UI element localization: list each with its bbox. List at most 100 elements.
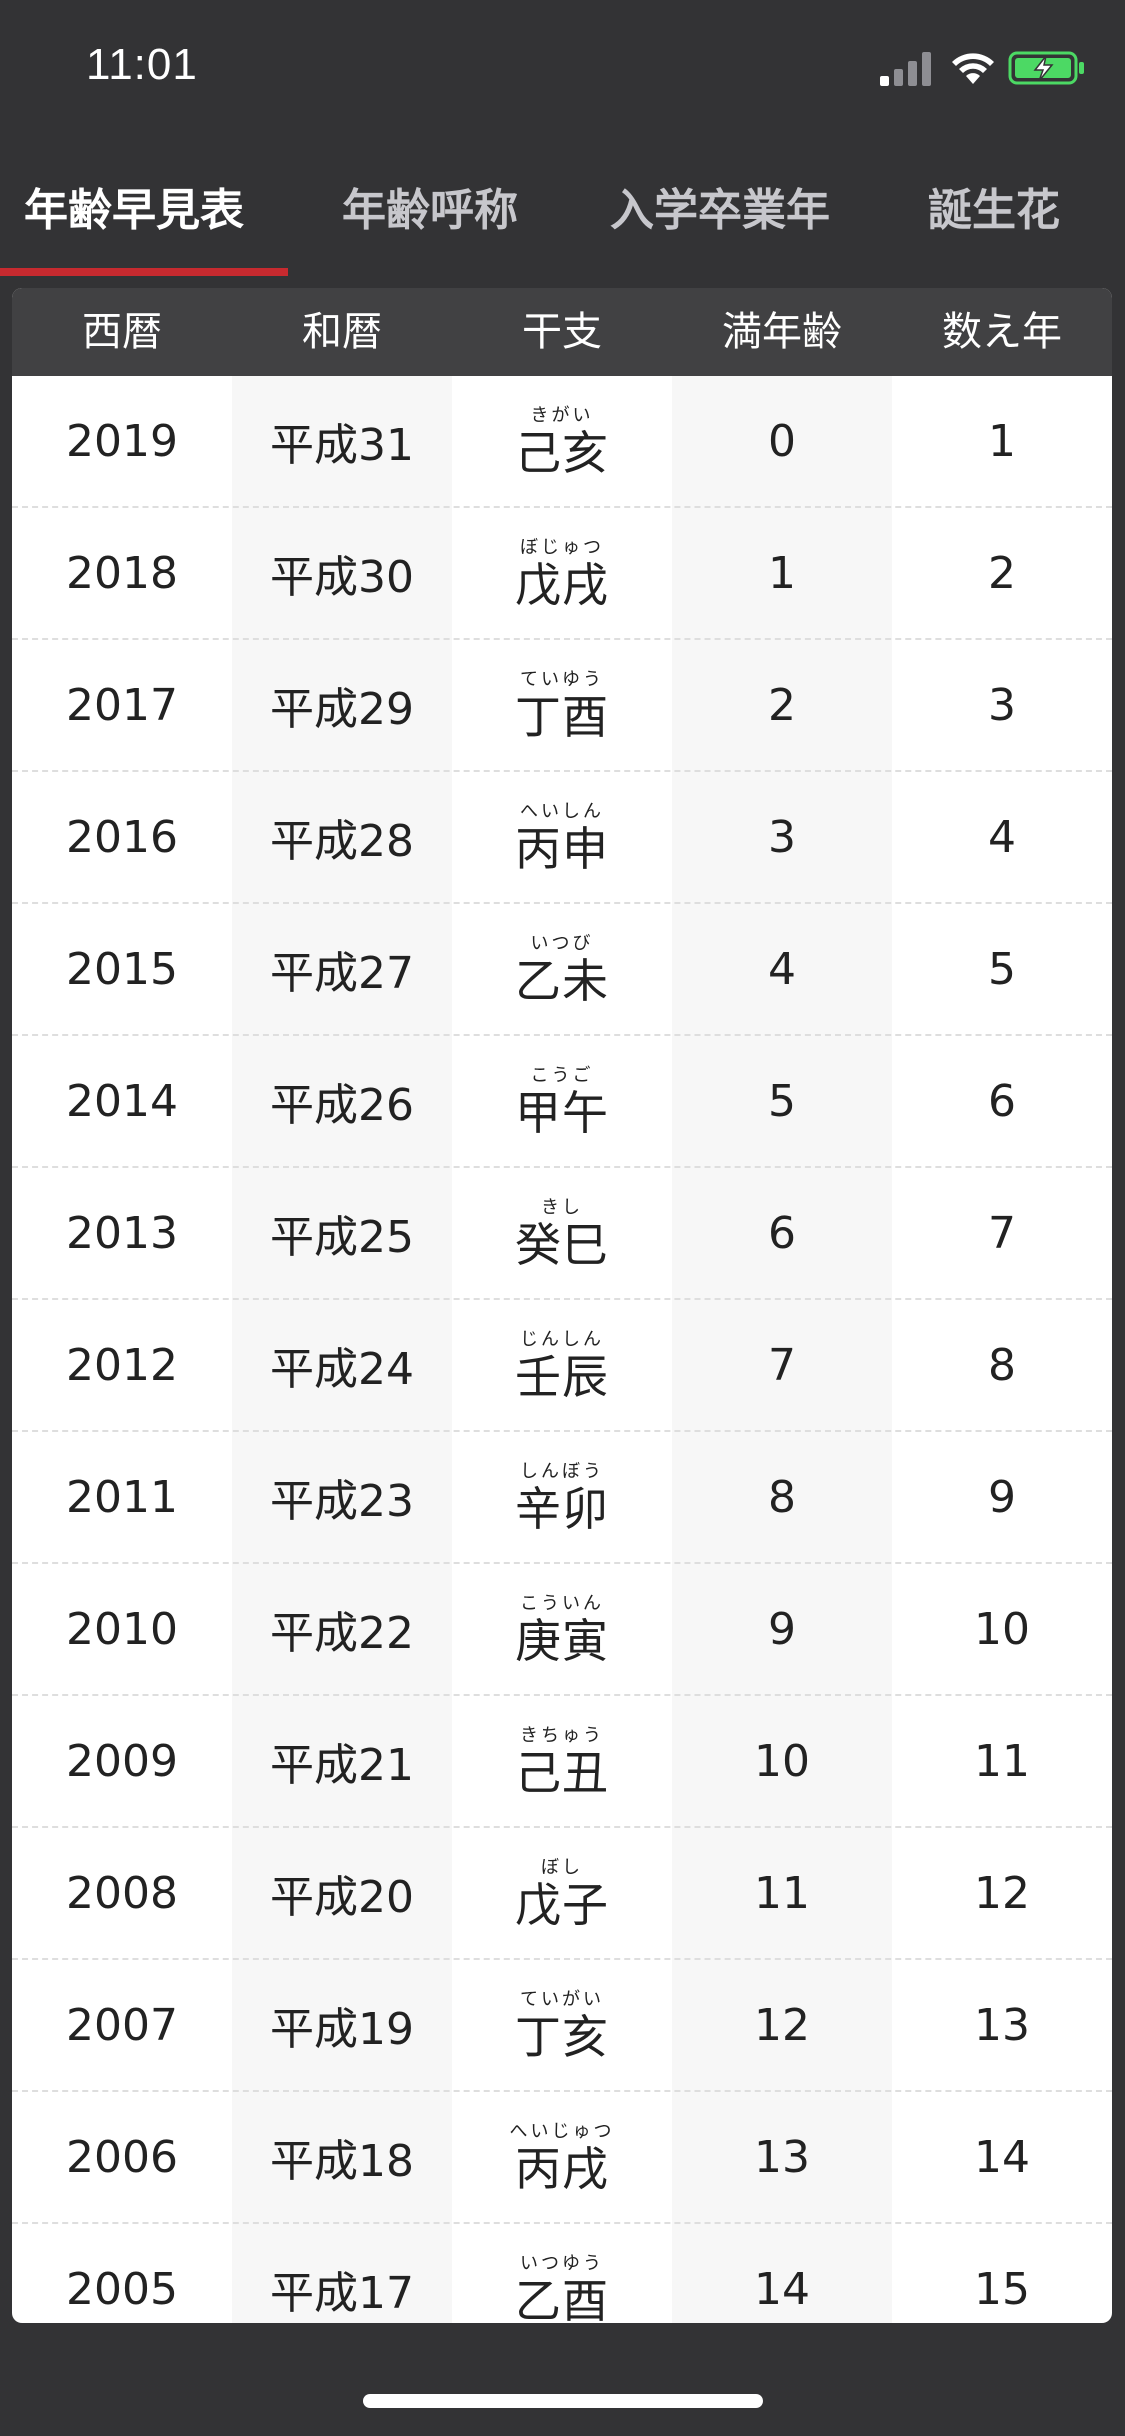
cell-kazoe-age: 15 — [974, 2263, 1030, 2315]
table-row[interactable]: 2008 平成20 ぼし 戊子 11 12 — [12, 1828, 1112, 1960]
active-tab-indicator — [0, 268, 288, 276]
cell-kazoe-age: 10 — [974, 1603, 1030, 1655]
cell-japanese-era: 平成25 — [270, 1212, 414, 1263]
cell-japanese-era: 平成31 — [270, 420, 414, 471]
header-eto: 干支 — [522, 309, 602, 355]
table-row[interactable]: 2009 平成21 きちゅう 己丑 10 11 — [12, 1696, 1112, 1828]
cell-eto: へいじゅつ 丙戌 — [452, 2092, 672, 2222]
table-row[interactable]: 2007 平成19 ていがい 丁亥 12 13 — [12, 1960, 1112, 2092]
cell-kazoe-age: 14 — [974, 2131, 1030, 2183]
cell-eto: いつゆう 乙酉 — [452, 2224, 672, 2324]
eto-reading: きし — [541, 1197, 583, 1218]
cell-western-year: 2006 — [66, 2131, 178, 2183]
table-row[interactable]: 2017 平成29 ていゆう 丁酉 2 3 — [12, 640, 1112, 772]
cell-full-age: 9 — [768, 1603, 796, 1655]
eto-kanji: 己丑 — [515, 1746, 609, 1800]
eto-ruby-group: しんぼう 辛卯 — [515, 1461, 609, 1537]
cell-western-year: 2011 — [66, 1471, 178, 1523]
eto-reading: へいじゅつ — [509, 2121, 615, 2142]
cell-western-year: 2014 — [66, 1075, 178, 1127]
cell-japanese-era: 平成19 — [270, 2004, 414, 2055]
table-row[interactable]: 2019 平成31 きがい 己亥 0 1 — [12, 376, 1112, 508]
cell-eto: いつび 乙未 — [452, 904, 672, 1034]
cell-japanese-era: 平成24 — [270, 1344, 414, 1395]
eto-reading: いつび — [530, 933, 594, 954]
cell-eto: ぼし 戊子 — [452, 1828, 672, 1958]
cell-eto: こういん 庚寅 — [452, 1564, 672, 1694]
cell-full-age: 10 — [754, 1735, 810, 1787]
eto-ruby-group: きし 癸巳 — [515, 1197, 609, 1273]
cell-western-year: 2018 — [66, 547, 178, 599]
cell-full-age: 11 — [754, 1867, 810, 1919]
cell-full-age: 2 — [768, 679, 796, 731]
header-western-year: 西暦 — [82, 309, 162, 355]
cell-kazoe-age: 12 — [974, 1867, 1030, 1919]
table-row[interactable]: 2014 平成26 こうご 甲午 5 6 — [12, 1036, 1112, 1168]
table-body: 2019 平成31 きがい 己亥 0 1 2018 平成30 ぼじゅつ 戊戌 1 2 2017 平成29 て… — [12, 376, 1112, 2323]
wifi-icon — [952, 53, 994, 84]
cell-japanese-era: 平成21 — [270, 1740, 414, 1791]
cell-western-year: 2010 — [66, 1603, 178, 1655]
home-indicator[interactable] — [363, 2394, 763, 2408]
cell-full-age: 0 — [768, 415, 796, 467]
table-row[interactable]: 2015 平成27 いつび 乙未 4 5 — [12, 904, 1112, 1036]
cell-kazoe-age: 9 — [988, 1471, 1016, 1523]
header-japanese-era: 和暦 — [302, 309, 382, 355]
cell-eto: こうご 甲午 — [452, 1036, 672, 1166]
status-time: 11:01 — [86, 40, 198, 89]
eto-ruby-group: へいしん 丙申 — [515, 801, 609, 877]
age-table[interactable]: 西暦 和暦 干支 満年齢 数え年 2019 平成31 きがい 己亥 0 1 2018 平成30… — [12, 288, 1112, 2323]
cell-eto: ぼじゅつ 戊戌 — [452, 508, 672, 638]
tab-age-chart[interactable]: 年齢早見表 — [24, 174, 244, 238]
table-row[interactable]: 2011 平成23 しんぼう 辛卯 8 9 — [12, 1432, 1112, 1564]
tab-school-years[interactable]: 入学卒業年 — [610, 174, 830, 238]
status-bar: 11:01 — [0, 0, 1125, 140]
eto-kanji: 辛卯 — [515, 1482, 609, 1536]
cell-full-age: 1 — [768, 547, 796, 599]
cell-western-year: 2012 — [66, 1339, 178, 1391]
cell-japanese-era: 平成22 — [270, 1608, 414, 1659]
eto-reading: しんぼう — [520, 1461, 604, 1482]
table-row[interactable]: 2012 平成24 じんしん 壬辰 7 8 — [12, 1300, 1112, 1432]
tab-age-names[interactable]: 年齢呼称 — [342, 174, 518, 238]
eto-kanji: 己亥 — [515, 426, 609, 480]
table-row[interactable]: 2010 平成22 こういん 庚寅 9 10 — [12, 1564, 1112, 1696]
table-row[interactable]: 2005 平成17 いつゆう 乙酉 14 15 — [12, 2224, 1112, 2324]
cell-japanese-era: 平成30 — [270, 552, 414, 603]
eto-reading: ていゆう — [520, 669, 604, 690]
cell-eto: きちゅう 己丑 — [452, 1696, 672, 1826]
cell-eto: しんぼう 辛卯 — [452, 1432, 672, 1562]
cell-japanese-era: 平成20 — [270, 1872, 414, 1923]
cell-kazoe-age: 8 — [988, 1339, 1016, 1391]
cell-western-year: 2005 — [66, 2263, 178, 2315]
table-row[interactable]: 2016 平成28 へいしん 丙申 3 4 — [12, 772, 1112, 904]
eto-ruby-group: へいじゅつ 丙戌 — [509, 2121, 615, 2197]
cell-japanese-era: 平成18 — [270, 2136, 414, 2187]
eto-reading: ぼし — [541, 1857, 583, 1878]
cell-full-age: 4 — [768, 943, 796, 995]
eto-kanji: 戊戌 — [515, 558, 609, 612]
cell-japanese-era: 平成27 — [270, 948, 414, 999]
cell-full-age: 13 — [754, 2131, 810, 2183]
cell-western-year: 2019 — [66, 415, 178, 467]
table-row[interactable]: 2013 平成25 きし 癸巳 6 7 — [12, 1168, 1112, 1300]
eto-reading: こうご — [530, 1065, 594, 1086]
header-full-age: 満年齢 — [722, 309, 842, 355]
tab-birth-flowers[interactable]: 誕生花 — [928, 174, 1060, 238]
eto-kanji: 丁亥 — [515, 2010, 609, 2064]
cell-western-year: 2013 — [66, 1207, 178, 1259]
eto-kanji: 庚寅 — [515, 1614, 609, 1668]
eto-ruby-group: こういん 庚寅 — [515, 1594, 609, 1669]
table-row[interactable]: 2006 平成18 へいじゅつ 丙戌 13 14 — [12, 2092, 1112, 2224]
eto-reading: じんしん — [520, 1329, 604, 1350]
table-row[interactable]: 2018 平成30 ぼじゅつ 戊戌 1 2 — [12, 508, 1112, 640]
cell-kazoe-age: 7 — [988, 1207, 1016, 1259]
eto-reading: きがい — [530, 405, 594, 426]
cell-japanese-era: 平成17 — [270, 2268, 414, 2319]
cell-eto: ていがい 丁亥 — [452, 1960, 672, 2090]
cell-full-age: 5 — [768, 1075, 796, 1127]
cell-japanese-era: 平成26 — [270, 1080, 414, 1131]
eto-reading: へいしん — [520, 801, 604, 822]
tab-bar: 年齢早見表 年齢呼称 入学卒業年 誕生花 — [0, 150, 1125, 280]
cell-kazoe-age: 6 — [988, 1075, 1016, 1127]
